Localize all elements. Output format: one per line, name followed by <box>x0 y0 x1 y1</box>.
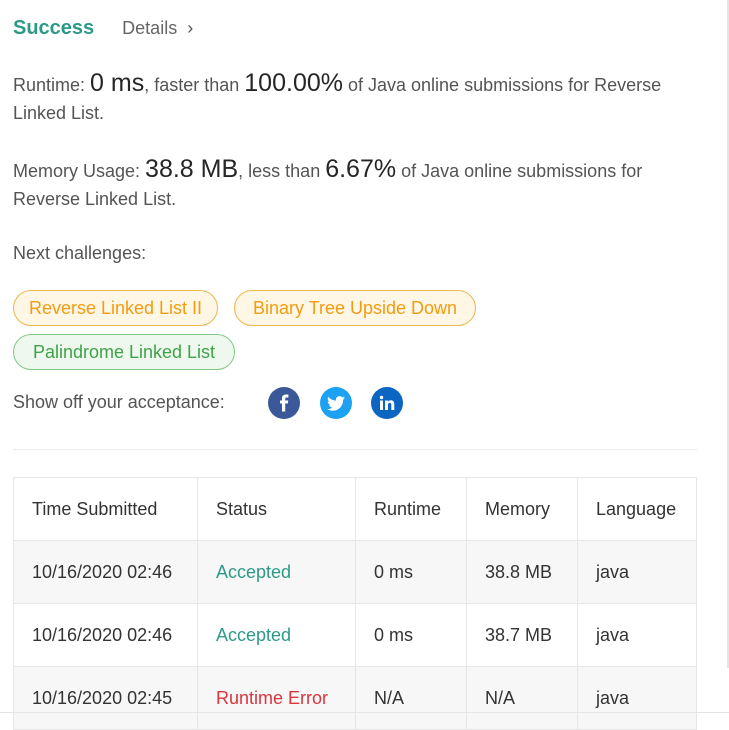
runtime-middle: , faster than <box>144 75 245 95</box>
cell-runtime: 0 ms <box>356 604 467 666</box>
table-header-row: Time Submitted Status Runtime Memory Lan… <box>14 478 696 541</box>
cell-runtime: 0 ms <box>356 541 467 603</box>
table-row[interactable]: 10/16/2020 02:46 Accepted 0 ms 38.8 MB j… <box>14 541 696 604</box>
memory-percent: 6.67% <box>325 155 397 183</box>
cell-runtime: N/A <box>356 667 467 729</box>
cell-time: 10/16/2020 02:46 <box>14 604 198 666</box>
cell-status-link[interactable]: Accepted <box>198 604 356 666</box>
next-challenges-label: Next challenges: <box>13 243 147 263</box>
cell-memory: N/A <box>467 667 578 729</box>
share-label: Show off your acceptance: <box>13 392 225 412</box>
memory-middle: , less than <box>238 161 326 181</box>
cell-memory: 38.7 MB <box>467 604 578 666</box>
bottom-border <box>0 712 729 713</box>
runtime-value: 0 ms <box>90 69 145 97</box>
twitter-icon[interactable] <box>320 387 352 419</box>
runtime-stat: Runtime: 0 ms, faster than 100.00% of Ja… <box>13 69 693 127</box>
submission-result-panel: Success Details › Runtime: 0 ms, faster … <box>0 0 727 730</box>
memory-stat: Memory Usage: 38.8 MB, less than 6.67% o… <box>13 155 693 213</box>
divider <box>13 449 697 450</box>
cell-language: java <box>596 561 630 582</box>
table-row[interactable]: 10/16/2020 02:45 Runtime Error N/A N/A j… <box>14 667 696 730</box>
cell-memory: 38.8 MB <box>467 541 578 603</box>
chevron-right-icon: › <box>187 17 194 38</box>
cell-time: 10/16/2020 02:46 <box>14 541 198 603</box>
cell-language: java <box>596 687 630 708</box>
details-link[interactable]: Details › <box>122 18 193 39</box>
table-row[interactable]: 10/16/2020 02:46 Accepted 0 ms 38.7 MB j… <box>14 604 696 667</box>
result-header: Success Details › <box>13 13 193 43</box>
result-status: Success <box>13 16 95 39</box>
memory-prefix: Memory Usage: <box>13 161 146 181</box>
challenge-chip-palindrome-linked-list[interactable]: Palindrome Linked List <box>13 334 235 370</box>
details-label: Details <box>122 17 178 38</box>
runtime-percent: 100.00% <box>244 69 343 97</box>
cell-time: 10/16/2020 02:45 <box>14 667 198 729</box>
challenge-chip-reverse-linked-list-ii[interactable]: Reverse Linked List II <box>13 290 218 326</box>
col-header-language: Language <box>596 498 677 519</box>
col-header-runtime: Runtime <box>356 478 467 540</box>
cell-status-link[interactable]: Accepted <box>198 541 356 603</box>
linkedin-icon[interactable] <box>371 387 403 419</box>
cell-status-link[interactable]: Runtime Error <box>198 667 356 729</box>
col-header-time: Time Submitted <box>14 478 198 540</box>
facebook-icon[interactable] <box>268 387 300 419</box>
runtime-prefix: Runtime: <box>13 75 91 95</box>
memory-value: 38.8 MB <box>145 155 239 183</box>
col-header-status: Status <box>198 478 356 540</box>
challenge-chip-binary-tree-upside-down[interactable]: Binary Tree Upside Down <box>234 290 476 326</box>
col-header-memory: Memory <box>467 478 578 540</box>
submissions-table: Time Submitted Status Runtime Memory Lan… <box>13 477 697 730</box>
cell-language: java <box>596 624 630 645</box>
